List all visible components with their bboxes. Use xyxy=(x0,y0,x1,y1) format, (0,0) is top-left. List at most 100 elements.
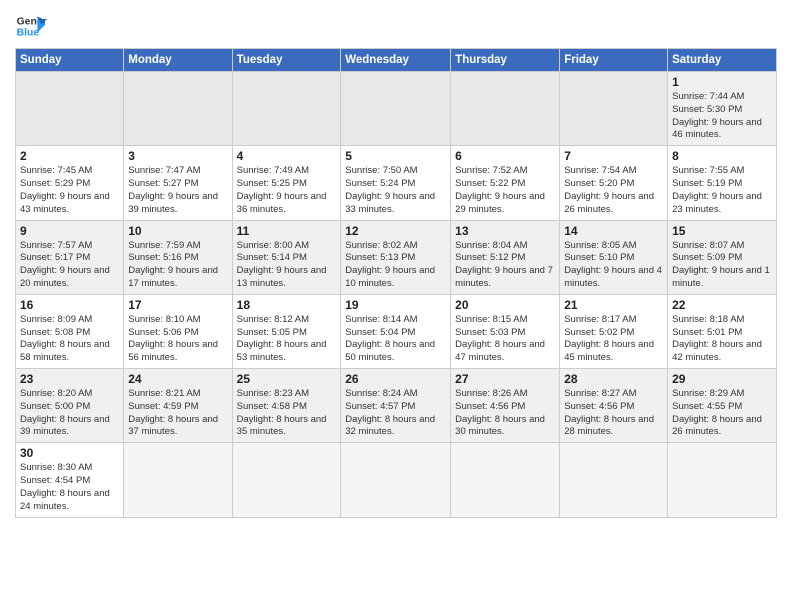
day-number: 24 xyxy=(128,372,227,386)
day-number: 20 xyxy=(455,298,555,312)
calendar-cell: 27Sunrise: 8:26 AM Sunset: 4:56 PM Dayli… xyxy=(451,369,560,443)
calendar-cell: 5 Sunrise: 7:50 AM Sunset: 5:24 PM Daylig… xyxy=(341,146,451,220)
weekday-header-monday: Monday xyxy=(124,49,232,72)
day-number: 16 xyxy=(20,298,119,312)
calendar-week-row: 9Sunrise: 7:57 AM Sunset: 5:17 PM Daylig… xyxy=(16,220,777,294)
day-info: Sunrise: 7:44 AM Sunset: 5:30 PM Dayligh… xyxy=(672,91,772,142)
day-info: Sunrise: 7:55 AM Sunset: 5:19 PM Dayligh… xyxy=(672,165,772,216)
day-number: 29 xyxy=(672,372,772,386)
calendar-cell: 25 Sunrise: 8:23 AM Sunset: 4:58 PM Dayli… xyxy=(232,369,341,443)
weekday-header-friday: Friday xyxy=(560,49,668,72)
day-number: 22 xyxy=(672,298,772,312)
calendar-cell xyxy=(451,443,560,517)
day-info: Sunrise: 7:59 AM Sunset: 5:16 PM Dayligh… xyxy=(128,240,227,291)
calendar-week-row: 1 Sunrise: 7:44 AM Sunset: 5:30 PM Daylig… xyxy=(16,72,777,146)
day-info: Sunrise: 8:27 AM Sunset: 4:56 PM Dayligh… xyxy=(564,388,663,439)
day-number: 19 xyxy=(345,298,446,312)
day-info: Sunrise: 7:47 AM Sunset: 5:27 PM Dayligh… xyxy=(128,165,227,216)
day-info: Sunrise: 8:02 AM Sunset: 5:13 PM Dayligh… xyxy=(345,240,446,291)
day-number: 18 xyxy=(237,298,337,312)
calendar-cell: 19 Sunrise: 8:14 AM Sunset: 5:04 PM Dayli… xyxy=(341,294,451,368)
calendar-cell: 2Sunrise: 7:45 AM Sunset: 5:29 PM Daylig… xyxy=(16,146,124,220)
day-info: Sunrise: 8:09 AM Sunset: 5:08 PM Dayligh… xyxy=(20,314,119,365)
day-number: 11 xyxy=(237,224,337,238)
header: General Blue xyxy=(15,10,777,42)
calendar-week-row: 30 Sunrise: 8:30 AM Sunset: 4:54 PM Dayli… xyxy=(16,443,777,517)
calendar-cell xyxy=(124,72,232,146)
day-info: Sunrise: 8:12 AM Sunset: 5:05 PM Dayligh… xyxy=(237,314,337,365)
day-number: 23 xyxy=(20,372,119,386)
day-info: Sunrise: 8:23 AM Sunset: 4:58 PM Dayligh… xyxy=(237,388,337,439)
calendar-cell: 30 Sunrise: 8:30 AM Sunset: 4:54 PM Dayli… xyxy=(16,443,124,517)
day-info: Sunrise: 8:10 AM Sunset: 5:06 PM Dayligh… xyxy=(128,314,227,365)
calendar-cell: 13 Sunrise: 8:04 AM Sunset: 5:12 PM Dayli… xyxy=(451,220,560,294)
day-info: Sunrise: 8:17 AM Sunset: 5:02 PM Dayligh… xyxy=(564,314,663,365)
calendar-cell xyxy=(124,443,232,517)
calendar-cell xyxy=(560,443,668,517)
day-info: Sunrise: 7:52 AM Sunset: 5:22 PM Dayligh… xyxy=(455,165,555,216)
day-number: 4 xyxy=(237,149,337,163)
day-number: 1 xyxy=(672,75,772,89)
calendar-cell: 4 Sunrise: 7:49 AM Sunset: 5:25 PM Daylig… xyxy=(232,146,341,220)
day-number: 12 xyxy=(345,224,446,238)
day-number: 6 xyxy=(455,149,555,163)
calendar-cell: 9Sunrise: 7:57 AM Sunset: 5:17 PM Daylig… xyxy=(16,220,124,294)
calendar-cell: 17 Sunrise: 8:10 AM Sunset: 5:06 PM Dayli… xyxy=(124,294,232,368)
day-number: 30 xyxy=(20,446,119,460)
day-number: 17 xyxy=(128,298,227,312)
calendar-cell: 26Sunrise: 8:24 AM Sunset: 4:57 PM Dayli… xyxy=(341,369,451,443)
weekday-header-row: SundayMondayTuesdayWednesdayThursdayFrid… xyxy=(16,49,777,72)
day-number: 28 xyxy=(564,372,663,386)
calendar-cell: 24 Sunrise: 8:21 AM Sunset: 4:59 PM Dayli… xyxy=(124,369,232,443)
calendar-cell: 11 Sunrise: 8:00 AM Sunset: 5:14 PM Dayli… xyxy=(232,220,341,294)
calendar-week-row: 16 Sunrise: 8:09 AM Sunset: 5:08 PM Dayli… xyxy=(16,294,777,368)
day-number: 26 xyxy=(345,372,446,386)
calendar-cell: 29Sunrise: 8:29 AM Sunset: 4:55 PM Dayli… xyxy=(668,369,777,443)
weekday-header-wednesday: Wednesday xyxy=(341,49,451,72)
weekday-header-tuesday: Tuesday xyxy=(232,49,341,72)
calendar-cell: 20 Sunrise: 8:15 AM Sunset: 5:03 PM Dayli… xyxy=(451,294,560,368)
day-info: Sunrise: 8:14 AM Sunset: 5:04 PM Dayligh… xyxy=(345,314,446,365)
day-number: 14 xyxy=(564,224,663,238)
weekday-header-thursday: Thursday xyxy=(451,49,560,72)
calendar-cell xyxy=(668,443,777,517)
day-info: Sunrise: 8:15 AM Sunset: 5:03 PM Dayligh… xyxy=(455,314,555,365)
day-info: Sunrise: 8:30 AM Sunset: 4:54 PM Dayligh… xyxy=(20,462,119,513)
day-info: Sunrise: 7:54 AM Sunset: 5:20 PM Dayligh… xyxy=(564,165,663,216)
day-info: Sunrise: 8:07 AM Sunset: 5:09 PM Dayligh… xyxy=(672,240,772,291)
day-info: Sunrise: 8:18 AM Sunset: 5:01 PM Dayligh… xyxy=(672,314,772,365)
day-number: 8 xyxy=(672,149,772,163)
day-number: 10 xyxy=(128,224,227,238)
page: General Blue SundayMondayTuesdayWednesda… xyxy=(0,0,792,612)
calendar-cell xyxy=(341,443,451,517)
calendar-cell: 21 Sunrise: 8:17 AM Sunset: 5:02 PM Dayli… xyxy=(560,294,668,368)
day-number: 13 xyxy=(455,224,555,238)
day-info: Sunrise: 7:50 AM Sunset: 5:24 PM Dayligh… xyxy=(345,165,446,216)
day-number: 15 xyxy=(672,224,772,238)
calendar-cell: 23 Sunrise: 8:20 AM Sunset: 5:00 PM Dayli… xyxy=(16,369,124,443)
day-info: Sunrise: 8:00 AM Sunset: 5:14 PM Dayligh… xyxy=(237,240,337,291)
calendar-cell: 6 Sunrise: 7:52 AM Sunset: 5:22 PM Daylig… xyxy=(451,146,560,220)
svg-text:Blue: Blue xyxy=(17,28,40,39)
day-info: Sunrise: 8:21 AM Sunset: 4:59 PM Dayligh… xyxy=(128,388,227,439)
day-info: Sunrise: 8:20 AM Sunset: 5:00 PM Dayligh… xyxy=(20,388,119,439)
day-info: Sunrise: 7:49 AM Sunset: 5:25 PM Dayligh… xyxy=(237,165,337,216)
calendar-cell: 12 Sunrise: 8:02 AM Sunset: 5:13 PM Dayli… xyxy=(341,220,451,294)
calendar-cell: 3Sunrise: 7:47 AM Sunset: 5:27 PM Daylig… xyxy=(124,146,232,220)
day-info: Sunrise: 7:45 AM Sunset: 5:29 PM Dayligh… xyxy=(20,165,119,216)
calendar-cell xyxy=(451,72,560,146)
calendar-cell: 14Sunrise: 8:05 AM Sunset: 5:10 PM Dayli… xyxy=(560,220,668,294)
calendar: SundayMondayTuesdayWednesdayThursdayFrid… xyxy=(15,48,777,518)
logo: General Blue xyxy=(15,10,47,42)
weekday-header-saturday: Saturday xyxy=(668,49,777,72)
day-number: 21 xyxy=(564,298,663,312)
calendar-cell: 10 Sunrise: 7:59 AM Sunset: 5:16 PM Dayli… xyxy=(124,220,232,294)
calendar-cell: 8 Sunrise: 7:55 AM Sunset: 5:19 PM Daylig… xyxy=(668,146,777,220)
day-number: 5 xyxy=(345,149,446,163)
calendar-cell: 7Sunrise: 7:54 AM Sunset: 5:20 PM Daylig… xyxy=(560,146,668,220)
day-number: 25 xyxy=(237,372,337,386)
day-info: Sunrise: 8:04 AM Sunset: 5:12 PM Dayligh… xyxy=(455,240,555,291)
calendar-week-row: 2Sunrise: 7:45 AM Sunset: 5:29 PM Daylig… xyxy=(16,146,777,220)
calendar-cell: 16 Sunrise: 8:09 AM Sunset: 5:08 PM Dayli… xyxy=(16,294,124,368)
calendar-cell xyxy=(560,72,668,146)
